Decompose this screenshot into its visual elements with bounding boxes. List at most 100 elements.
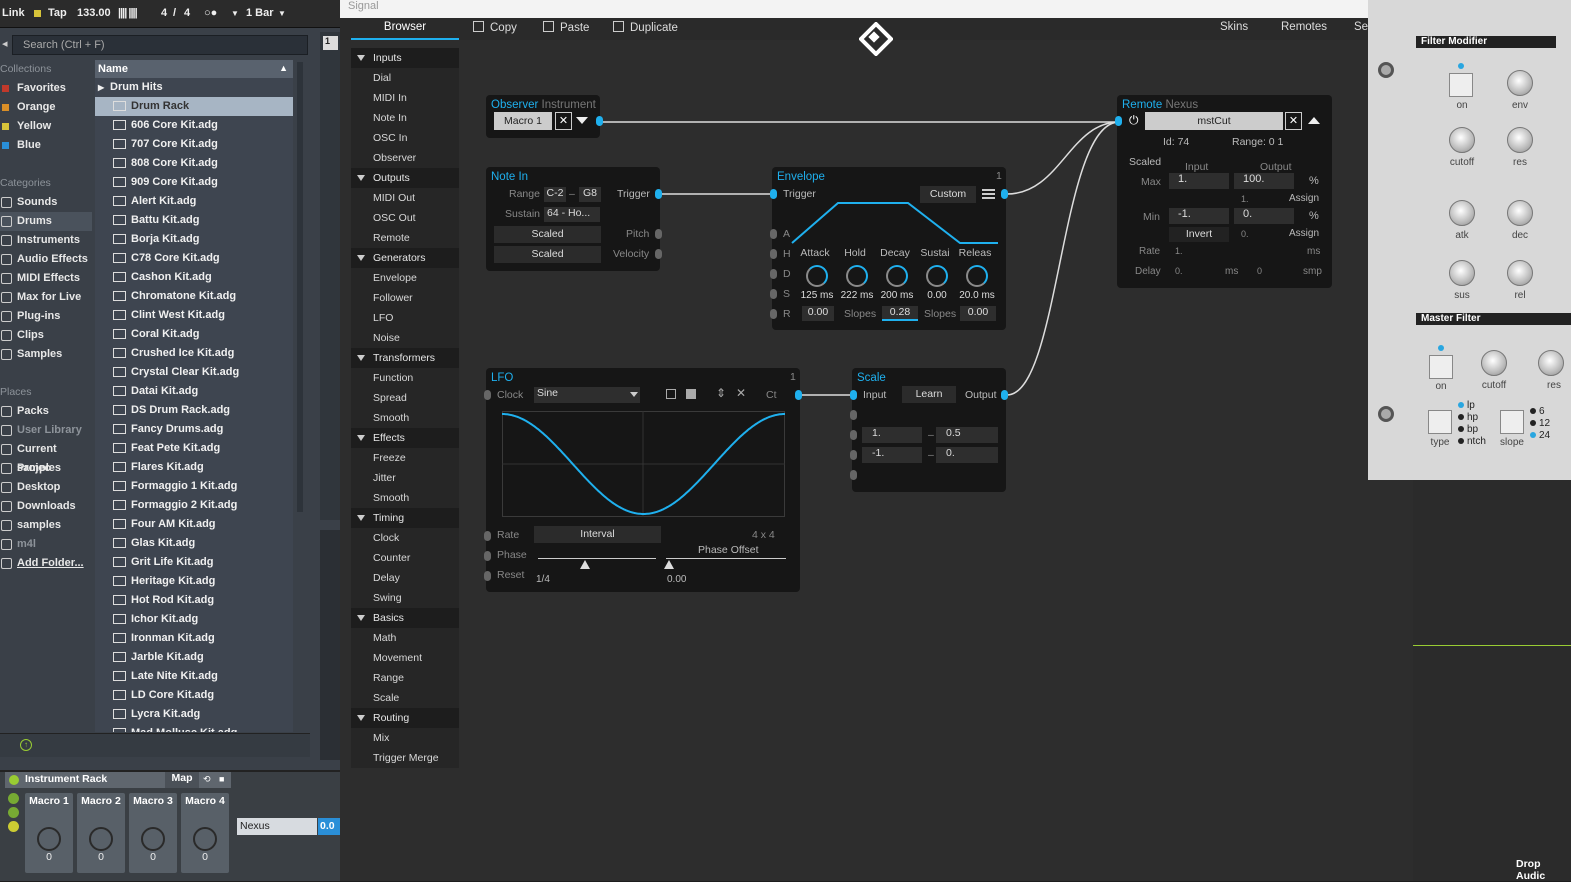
file-row[interactable]: ▶ Drum Hits	[95, 78, 293, 97]
range-low-field[interactable]: C-2	[544, 187, 566, 202]
env-knob[interactable]	[966, 265, 988, 287]
remote-param-select[interactable]: mstCut	[1145, 112, 1283, 130]
reset-input-port[interactable]	[484, 571, 491, 581]
file-row[interactable]: Cashon Kit.adg	[95, 268, 293, 287]
clock-input-port[interactable]	[484, 390, 491, 400]
category-item[interactable]: Samples	[0, 345, 92, 364]
out-low-field[interactable]: 0.	[936, 447, 998, 463]
place-item[interactable]: samples	[0, 516, 92, 535]
collection-item[interactable]: Favorites	[0, 79, 92, 98]
tab-browser[interactable]: Browser	[351, 18, 459, 40]
save-icon[interactable]: ■	[219, 774, 224, 784]
macro-knob-3[interactable]: Macro 3 0	[129, 793, 177, 873]
tap-button[interactable]: Tap	[48, 7, 67, 19]
file-row[interactable]: Lycra Kit.adg	[95, 705, 293, 724]
env-knob[interactable]	[926, 265, 948, 287]
rate-input[interactable]: 1.	[1175, 246, 1183, 256]
file-row[interactable]: Flares Kit.adg	[95, 458, 293, 477]
envelope-trigger-port[interactable]	[770, 189, 777, 199]
min-input-field[interactable]: -1.	[1169, 208, 1229, 224]
preview-icon[interactable]: ↑	[20, 739, 32, 751]
category-item[interactable]: Sounds	[0, 193, 92, 212]
browser-search-input[interactable]: Search (Ctrl + F)	[12, 35, 308, 55]
file-row[interactable]: Datai Kit.adg	[95, 382, 293, 401]
observer-output-port[interactable]	[596, 116, 603, 126]
dec-knob[interactable]	[1507, 200, 1533, 226]
trigger-output-port[interactable]	[655, 189, 662, 199]
quantize-select[interactable]: 1 Bar	[246, 7, 274, 19]
chevron-down-icon[interactable]	[576, 117, 588, 124]
jack-icon[interactable]	[1378, 62, 1394, 78]
sustain-select[interactable]: 64 - Ho...	[544, 207, 600, 222]
slope-6-option[interactable]: 6	[1539, 406, 1545, 417]
file-row[interactable]: 606 Core Kit.adg	[95, 116, 293, 135]
file-row[interactable]: LD Core Kit.adg	[95, 686, 293, 705]
scale-aux-port-4[interactable]	[850, 470, 857, 480]
link-button[interactable]: Link	[2, 7, 25, 19]
env-r-port[interactable]	[770, 309, 777, 319]
file-row[interactable]: Jarble Kit.adg	[95, 648, 293, 667]
browser-toggle-icon[interactable]: ◂	[2, 37, 10, 53]
master-cutoff-knob[interactable]	[1481, 350, 1507, 376]
macro-dial[interactable]	[89, 827, 113, 851]
duplicate-button[interactable]: Duplicate	[613, 21, 678, 34]
power-icon[interactable]: ⏻	[1129, 113, 1139, 128]
scale-output-port[interactable]	[1001, 390, 1008, 400]
rate-input-port[interactable]	[484, 531, 491, 541]
pitch-output-port[interactable]	[655, 229, 662, 239]
master-on-toggle[interactable]	[1429, 355, 1453, 379]
note-in-node[interactable]: Note In Range C-2 – G8 Trigger Sustain 6…	[486, 167, 662, 271]
in-low-field[interactable]: -1.	[862, 447, 922, 463]
file-row[interactable]: Alert Kit.adg	[95, 192, 293, 211]
rate-slider[interactable]	[538, 558, 656, 559]
copy-icon[interactable]	[666, 389, 676, 399]
file-row[interactable]: Borja Kit.adg	[95, 230, 293, 249]
scale-aux-port-2[interactable]	[850, 430, 857, 440]
remotes-button[interactable]: Remotes	[1281, 21, 1327, 33]
observer-param-select[interactable]: Macro 1	[494, 112, 552, 130]
chevron-down-icon[interactable]	[630, 392, 638, 397]
chain-view-icon[interactable]	[8, 807, 19, 818]
chain-name[interactable]: Nexus	[237, 818, 317, 835]
cutoff-knob[interactable]	[1449, 127, 1475, 153]
min-output-field[interactable]: 0.	[1234, 208, 1294, 224]
file-row[interactable]: 909 Core Kit.adg	[95, 173, 293, 192]
atk-knob[interactable]	[1449, 200, 1475, 226]
env-a-port[interactable]	[770, 229, 777, 239]
chevron-down-icon[interactable]: ▼	[231, 9, 239, 18]
sig-num[interactable]: 4	[161, 7, 167, 19]
file-row[interactable]: Crystal Clear Kit.adg	[95, 363, 293, 382]
file-row[interactable]: Battu Kit.adg	[95, 211, 293, 230]
velocity-output-port[interactable]	[655, 249, 662, 259]
macro-dial[interactable]	[193, 827, 217, 851]
nudge-icon[interactable]: |||| ||||	[118, 7, 138, 19]
observer-node[interactable]: Observer Instrument Macro 1 ✕	[486, 95, 603, 138]
file-row[interactable]: Ironman Kit.adg	[95, 629, 293, 648]
env-d-port[interactable]	[770, 269, 777, 279]
metronome-icon[interactable]: ○●	[204, 7, 217, 19]
phase-offset-slider[interactable]	[666, 558, 786, 559]
file-row[interactable]: Four AM Kit.adg	[95, 515, 293, 534]
bpm-field[interactable]: 133.00	[77, 7, 111, 19]
scale-aux-port-3[interactable]	[850, 450, 857, 460]
settings-button[interactable]: Se	[1354, 21, 1368, 33]
file-row[interactable]: Formaggio 2 Kit.adg	[95, 496, 293, 515]
master-res-knob[interactable]	[1538, 350, 1564, 376]
phase-offset-thumb[interactable]	[664, 560, 674, 569]
paste-icon[interactable]	[686, 389, 696, 399]
remote-node[interactable]: Remote Nexus ⏻ mstCut ✕ Id: 74 Range: 0 …	[1115, 95, 1332, 288]
slope-24-option[interactable]: 24	[1539, 430, 1550, 441]
category-item[interactable]: Clips	[0, 326, 92, 345]
file-row[interactable]: Hot Rod Kit.adg	[95, 591, 293, 610]
device-view-icon[interactable]	[8, 821, 19, 832]
assign-button-1[interactable]: Assign	[1289, 193, 1319, 204]
file-row[interactable]: Glas Kit.adg	[95, 534, 293, 553]
shape-select[interactable]: Sine	[534, 387, 640, 403]
category-item[interactable]: Max for Live	[0, 288, 92, 307]
file-row[interactable]: Fancy Drums.adg	[95, 420, 293, 439]
invert-button[interactable]: Invert	[1169, 227, 1229, 242]
rack-power-icon[interactable]	[9, 775, 19, 785]
lp-option[interactable]: lp	[1467, 400, 1475, 411]
envelope-node[interactable]: Envelope 1 Trigger Custom AHDSR Attack 12…	[770, 167, 1008, 330]
file-row[interactable]: DS Drum Rack.adg	[95, 401, 293, 420]
